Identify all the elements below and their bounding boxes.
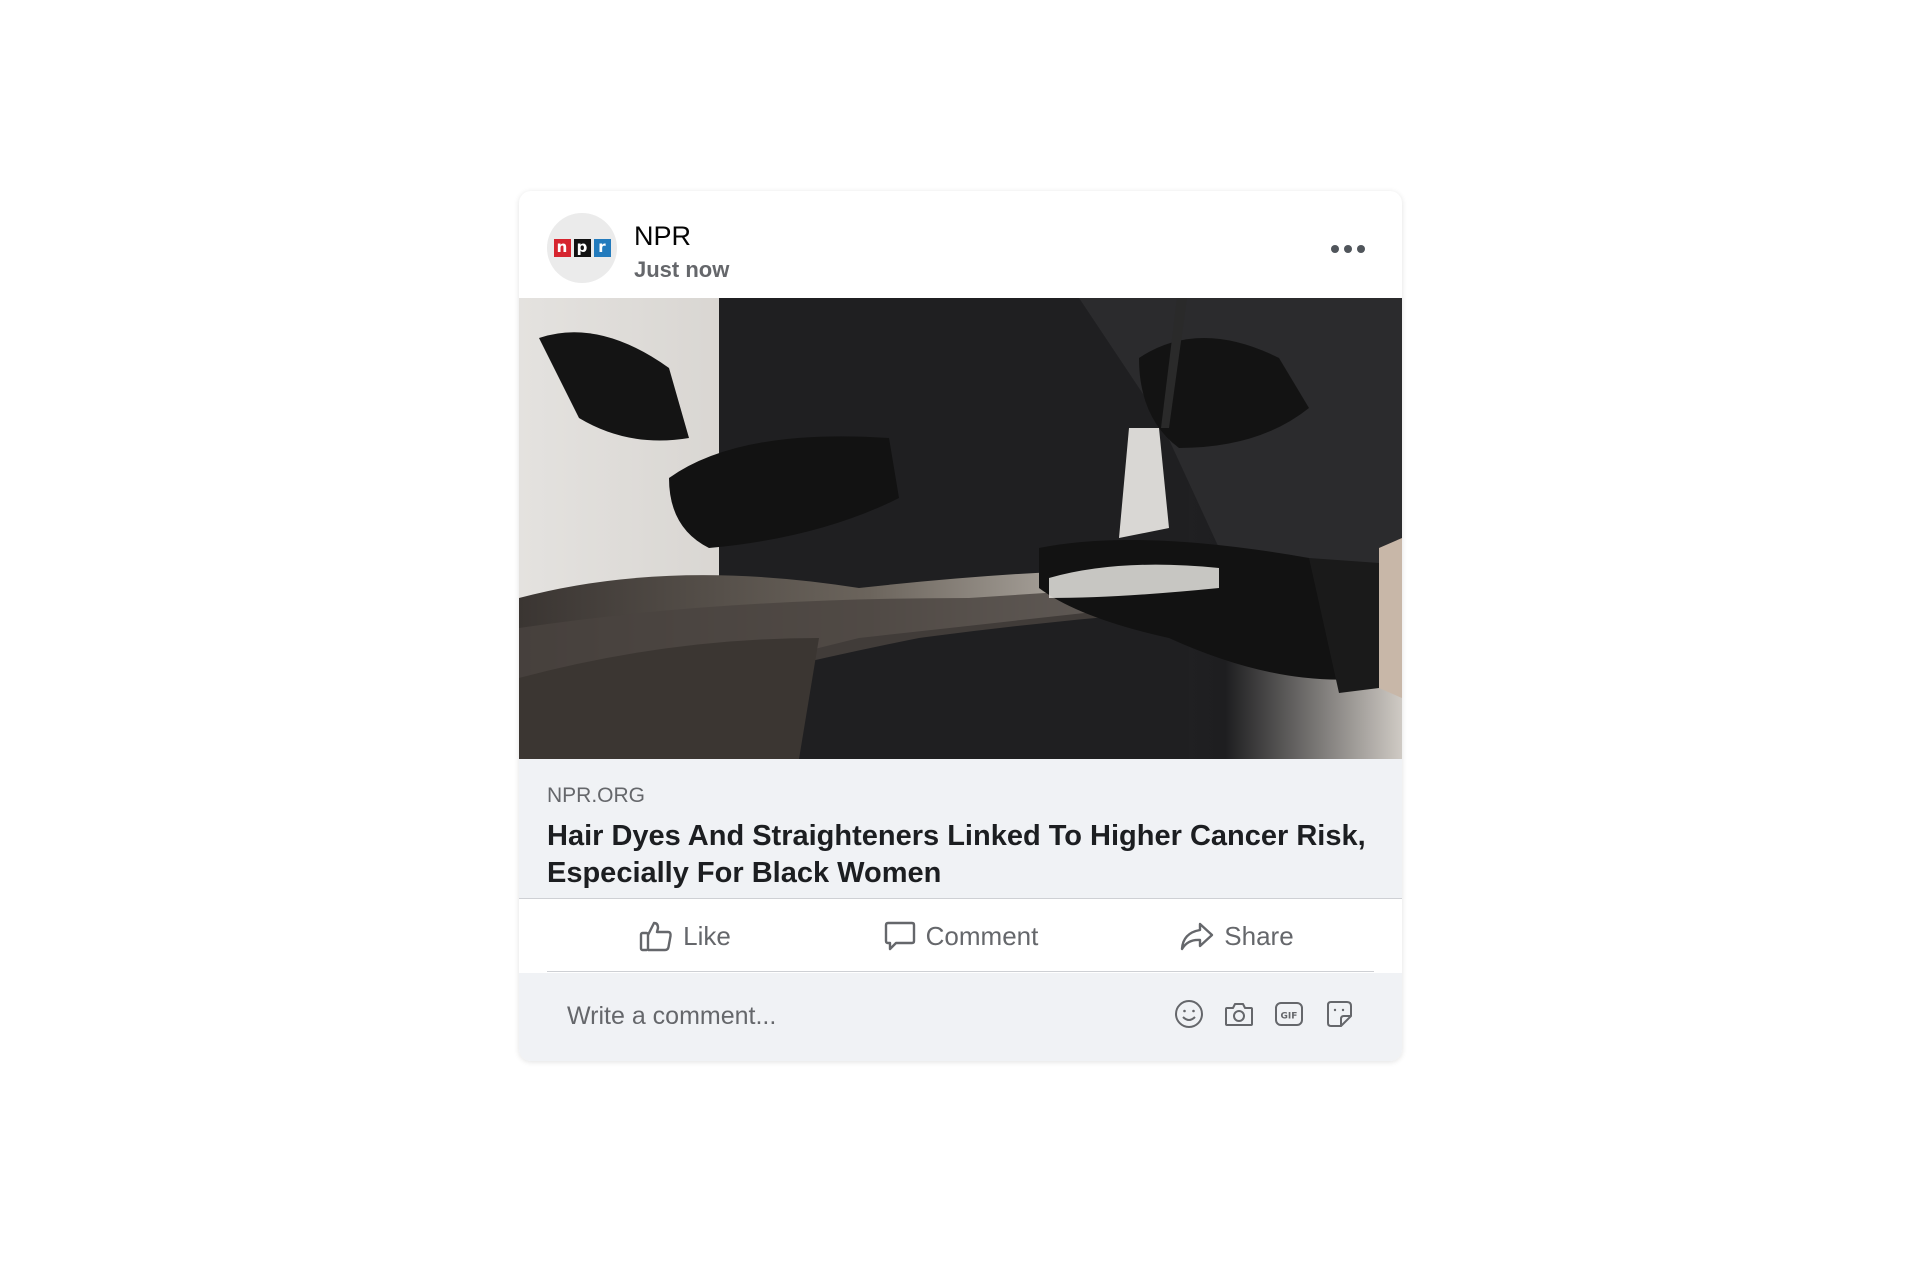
comment-button[interactable]: Comment xyxy=(823,907,1099,965)
comment-label: Comment xyxy=(925,920,1039,951)
post-header: n p r NPR Just now xyxy=(519,191,1402,298)
npr-logo: n p r xyxy=(553,239,611,257)
link-domain: NPR.ORG xyxy=(547,784,646,807)
author-name[interactable]: NPR xyxy=(634,221,691,252)
npr-logo-p: p xyxy=(573,239,591,257)
actions-divider xyxy=(547,971,1374,972)
post-card: n p r NPR Just now NPR.ORG Hair Dyes And… xyxy=(519,191,1402,1061)
emoji-icon xyxy=(1175,1000,1203,1028)
camera-button[interactable] xyxy=(1223,998,1255,1030)
share-label: Share xyxy=(1224,920,1294,951)
post-timestamp[interactable]: Just now xyxy=(634,257,729,283)
actions-bar: Like Comment Share xyxy=(519,898,1402,973)
gif-button[interactable]: GIF xyxy=(1273,998,1305,1030)
speech-bubble-icon xyxy=(884,921,915,951)
comment-bar: GIF xyxy=(545,984,1375,1048)
avatar[interactable]: n p r xyxy=(547,213,617,283)
link-title: Hair Dyes And Straighteners Linked To Hi… xyxy=(547,820,1366,889)
more-options-button[interactable] xyxy=(1318,229,1378,269)
npr-logo-r: r xyxy=(593,239,611,257)
camera-icon xyxy=(1225,1003,1253,1026)
share-button[interactable]: Share xyxy=(1099,907,1375,965)
npr-logo-n: n xyxy=(553,239,571,257)
comment-icons: GIF xyxy=(1173,998,1355,1030)
emoji-button[interactable] xyxy=(1173,998,1205,1030)
gif-icon-label: GIF xyxy=(1281,1012,1298,1022)
share-arrow-icon xyxy=(1181,922,1214,951)
post-image[interactable] xyxy=(519,298,1402,759)
more-dots-icon xyxy=(1331,245,1365,253)
like-label: Like xyxy=(683,920,731,951)
comment-input[interactable] xyxy=(565,984,1149,1048)
like-button[interactable]: Like xyxy=(547,907,823,965)
thumbs-up-icon xyxy=(639,921,672,952)
sticker-button[interactable] xyxy=(1323,998,1355,1030)
sticker-icon xyxy=(1327,1001,1352,1027)
gif-icon: GIF xyxy=(1275,1002,1303,1026)
